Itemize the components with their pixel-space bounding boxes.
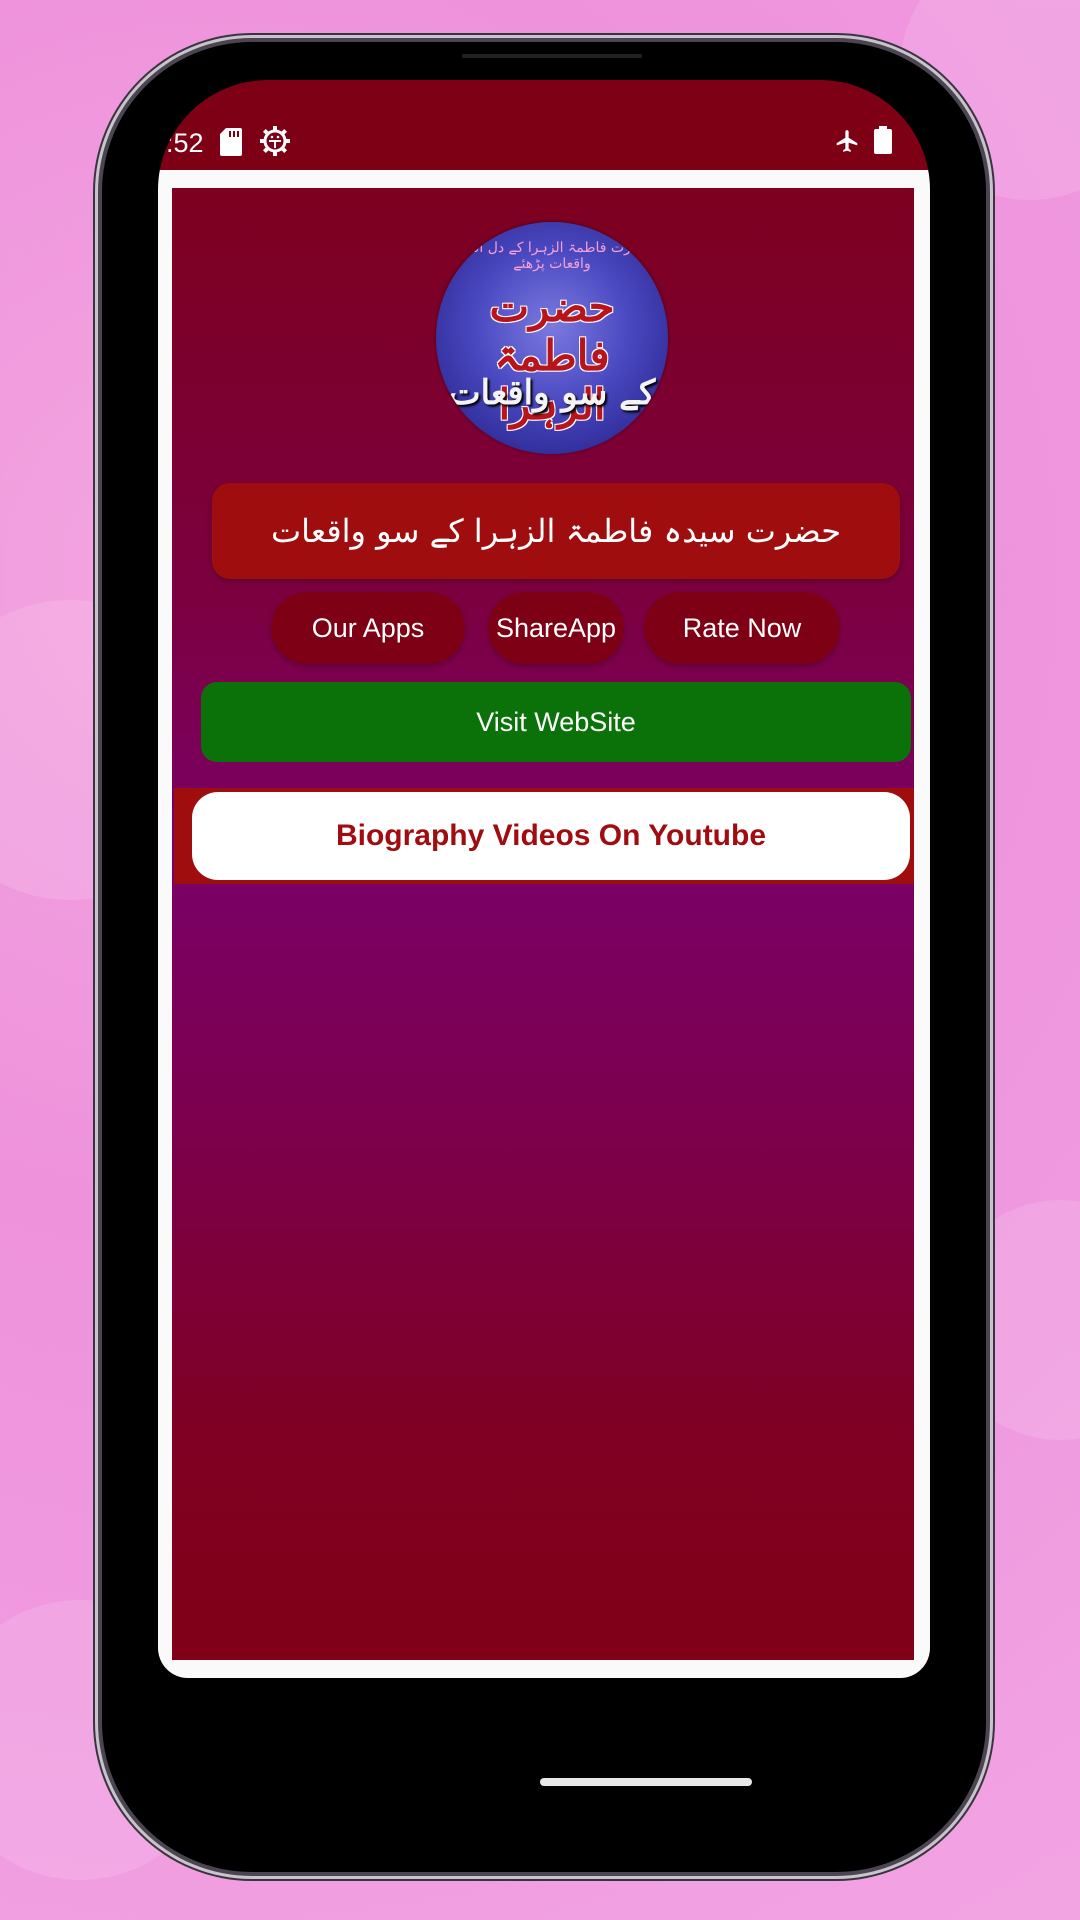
status-time: :52 [166, 128, 204, 158]
phone-screen: :52 حضرت فاطمۃ الزہرا کے دل افروز واقعات… [158, 80, 930, 1830]
phone-frame: :52 حضرت فاطمۃ الزہرا کے دل افروز واقعات… [102, 42, 986, 1872]
status-bar: :52 [158, 80, 930, 170]
phone-power-button [985, 620, 993, 840]
rate-now-button[interactable]: Rate Now [644, 592, 840, 664]
sd-card-icon [220, 128, 242, 161]
youtube-button-container: Biography Videos On Youtube [174, 788, 914, 884]
debug-gear-icon [260, 126, 290, 161]
app-content: حضرت فاطمۃ الزہرا کے دل افروز واقعات پڑھ… [172, 188, 914, 1660]
phone-speaker [462, 54, 642, 58]
home-indicator[interactable] [540, 1778, 752, 1786]
battery-icon [874, 126, 892, 159]
visit-website-button[interactable]: Visit WebSite [201, 682, 911, 762]
share-app-button[interactable]: ShareApp [488, 592, 624, 664]
youtube-videos-button[interactable]: Biography Videos On Youtube [192, 792, 910, 880]
airplane-mode-icon [834, 128, 860, 159]
logo-bottom-text: کے سو واقعات [448, 373, 656, 413]
app-logo: حضرت فاطمۃ الزہرا کے دل افروز واقعات پڑھ… [436, 222, 668, 454]
our-apps-button[interactable]: Our Apps [271, 592, 465, 664]
logo-top-text: حضرت فاطمۃ الزہرا کے دل افروز واقعات پڑھ… [451, 240, 653, 272]
app-title-banner: حضرت سیدہ فاطمۃ الزہرا کے سو واقعات [212, 483, 900, 579]
